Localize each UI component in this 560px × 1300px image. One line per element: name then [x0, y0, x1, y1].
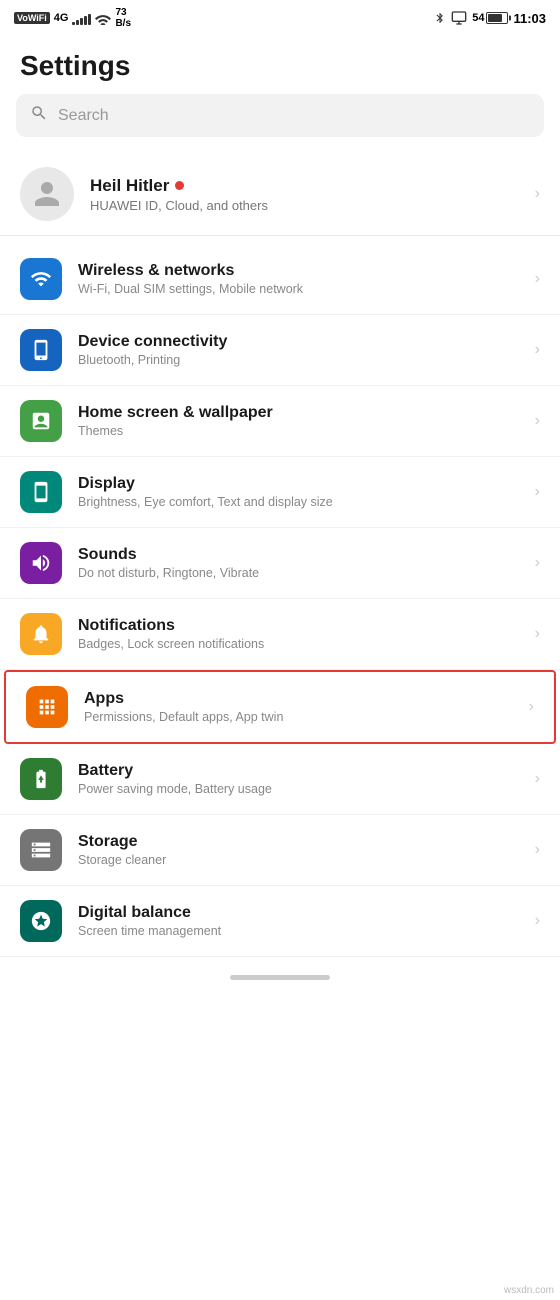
- profile-chevron: ›: [535, 185, 540, 203]
- status-left: VoWiFi 4G 73B/s: [14, 7, 131, 29]
- display-icon: [20, 471, 62, 513]
- wireless-chevron: ›: [535, 270, 540, 288]
- avatar: [20, 167, 74, 221]
- homescreen-text: Home screen & wallpaper Themes: [78, 404, 519, 438]
- apps-text: Apps Permissions, Default apps, App twin: [84, 690, 513, 724]
- time-display: 11:03: [513, 11, 546, 26]
- status-bar: VoWiFi 4G 73B/s 54 11:03: [0, 0, 560, 34]
- settings-item-digitalbalance[interactable]: Digital balance Screen time management ›: [0, 886, 560, 957]
- speed-indicator: 73B/s: [115, 7, 131, 29]
- digitalbalance-title: Digital balance: [78, 904, 519, 922]
- profile-subtitle: HUAWEI ID, Cloud, and others: [90, 198, 519, 213]
- storage-icon: [20, 829, 62, 871]
- storage-subtitle: Storage cleaner: [78, 853, 519, 867]
- battery-indicator: 54: [472, 12, 508, 24]
- profile-name-row: Heil Hitler: [90, 176, 519, 196]
- homescreen-chevron: ›: [535, 412, 540, 430]
- notifications-chevron: ›: [535, 625, 540, 643]
- apps-chevron: ›: [529, 698, 534, 716]
- sounds-title: Sounds: [78, 546, 519, 564]
- apps-subtitle: Permissions, Default apps, App twin: [84, 710, 513, 724]
- settings-item-storage[interactable]: Storage Storage cleaner ›: [0, 815, 560, 886]
- display-title: Display: [78, 475, 519, 493]
- search-bar[interactable]: Search: [16, 94, 544, 137]
- vowifi-indicator: VoWiFi: [14, 12, 50, 24]
- display-text: Display Brightness, Eye comfort, Text an…: [78, 475, 519, 509]
- search-placeholder: Search: [58, 107, 109, 125]
- search-icon: [30, 104, 48, 127]
- profile-info: Heil Hitler HUAWEI ID, Cloud, and others: [90, 176, 519, 213]
- connectivity-subtitle: Bluetooth, Printing: [78, 353, 519, 367]
- notifications-subtitle: Badges, Lock screen notifications: [78, 637, 519, 651]
- wifi-icon: [95, 12, 111, 25]
- sounds-text: Sounds Do not disturb, Ringtone, Vibrate: [78, 546, 519, 580]
- connectivity-text: Device connectivity Bluetooth, Printing: [78, 333, 519, 367]
- notifications-icon: [20, 613, 62, 655]
- screen-mirror-icon: [451, 10, 467, 26]
- storage-text: Storage Storage cleaner: [78, 833, 519, 867]
- online-dot: [175, 181, 184, 190]
- settings-item-apps[interactable]: Apps Permissions, Default apps, App twin…: [4, 670, 556, 744]
- storage-chevron: ›: [535, 841, 540, 859]
- connectivity-chevron: ›: [535, 341, 540, 359]
- signal-indicator: 4G: [54, 12, 69, 24]
- battery-icon: [20, 758, 62, 800]
- watermark: wsxdn.com: [504, 1285, 554, 1296]
- signal-bars: [72, 12, 91, 25]
- display-subtitle: Brightness, Eye comfort, Text and displa…: [78, 495, 519, 509]
- apps-icon: [26, 686, 68, 728]
- homescreen-subtitle: Themes: [78, 424, 519, 438]
- wireless-subtitle: Wi-Fi, Dual SIM settings, Mobile network: [78, 282, 519, 296]
- settings-item-notifications[interactable]: Notifications Badges, Lock screen notifi…: [0, 599, 560, 670]
- display-chevron: ›: [535, 483, 540, 501]
- digitalbalance-text: Digital balance Screen time management: [78, 904, 519, 938]
- settings-list: Wireless & networks Wi-Fi, Dual SIM sett…: [0, 244, 560, 957]
- wireless-icon: [20, 258, 62, 300]
- profile-name: Heil Hitler: [90, 176, 169, 196]
- digitalbalance-icon: [20, 900, 62, 942]
- settings-item-connectivity[interactable]: Device connectivity Bluetooth, Printing …: [0, 315, 560, 386]
- status-right: 54 11:03: [434, 10, 546, 26]
- digitalbalance-subtitle: Screen time management: [78, 924, 519, 938]
- notifications-title: Notifications: [78, 617, 519, 635]
- sounds-icon: [20, 542, 62, 584]
- bluetooth-icon: [434, 10, 446, 26]
- wireless-title: Wireless & networks: [78, 262, 519, 280]
- battery-text: Battery Power saving mode, Battery usage: [78, 762, 519, 796]
- settings-item-display[interactable]: Display Brightness, Eye comfort, Text an…: [0, 457, 560, 528]
- home-indicator: [0, 965, 560, 996]
- sounds-chevron: ›: [535, 554, 540, 572]
- notifications-text: Notifications Badges, Lock screen notifi…: [78, 617, 519, 651]
- battery-chevron: ›: [535, 770, 540, 788]
- sounds-subtitle: Do not disturb, Ringtone, Vibrate: [78, 566, 519, 580]
- wireless-text: Wireless & networks Wi-Fi, Dual SIM sett…: [78, 262, 519, 296]
- settings-item-sounds[interactable]: Sounds Do not disturb, Ringtone, Vibrate…: [0, 528, 560, 599]
- homescreen-title: Home screen & wallpaper: [78, 404, 519, 422]
- connectivity-title: Device connectivity: [78, 333, 519, 351]
- settings-item-wireless[interactable]: Wireless & networks Wi-Fi, Dual SIM sett…: [0, 244, 560, 315]
- profile-section[interactable]: Heil Hitler HUAWEI ID, Cloud, and others…: [0, 153, 560, 236]
- digitalbalance-chevron: ›: [535, 912, 540, 930]
- settings-item-homescreen[interactable]: Home screen & wallpaper Themes ›: [0, 386, 560, 457]
- battery-subtitle: Power saving mode, Battery usage: [78, 782, 519, 796]
- settings-item-battery[interactable]: Battery Power saving mode, Battery usage…: [0, 744, 560, 815]
- page-title: Settings: [0, 34, 560, 94]
- home-bar: [230, 975, 330, 980]
- battery-percent: 54: [472, 12, 484, 24]
- battery-title: Battery: [78, 762, 519, 780]
- apps-title: Apps: [84, 690, 513, 708]
- storage-title: Storage: [78, 833, 519, 851]
- connectivity-icon: [20, 329, 62, 371]
- homescreen-icon: [20, 400, 62, 442]
